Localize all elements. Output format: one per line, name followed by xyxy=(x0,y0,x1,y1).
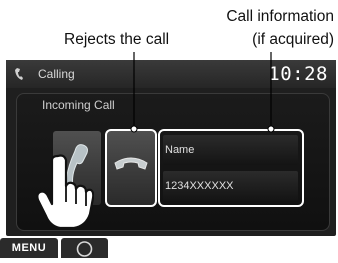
bottom-bar: MENU xyxy=(0,236,338,258)
phone-handset-icon xyxy=(15,68,23,80)
reject-call-icon xyxy=(114,157,148,170)
caller-number-row: 1234XXXXXX xyxy=(163,171,298,201)
clock: 10:28 xyxy=(268,63,328,85)
status-bar: Calling 10:28 xyxy=(6,60,336,88)
hand-pointer-icon xyxy=(36,154,94,230)
status-title: Calling xyxy=(38,67,75,81)
caller-number: 1234XXXXXX xyxy=(165,180,234,192)
home-circle-icon xyxy=(76,241,93,257)
callout-if-acquired: (if acquired) xyxy=(252,31,334,48)
callout-rejects-the-call: Rejects the call xyxy=(64,31,170,48)
caller-name-row: Name xyxy=(163,135,298,165)
callout-call-information: Call information xyxy=(226,8,334,25)
incoming-call-title: Incoming Call xyxy=(42,98,115,112)
menu-button[interactable]: MENU xyxy=(0,238,58,258)
home-button[interactable] xyxy=(61,238,108,258)
call-information-area: Name 1234XXXXXX xyxy=(161,131,302,205)
reject-call-button[interactable] xyxy=(107,131,155,205)
caller-name: Name xyxy=(165,144,195,156)
